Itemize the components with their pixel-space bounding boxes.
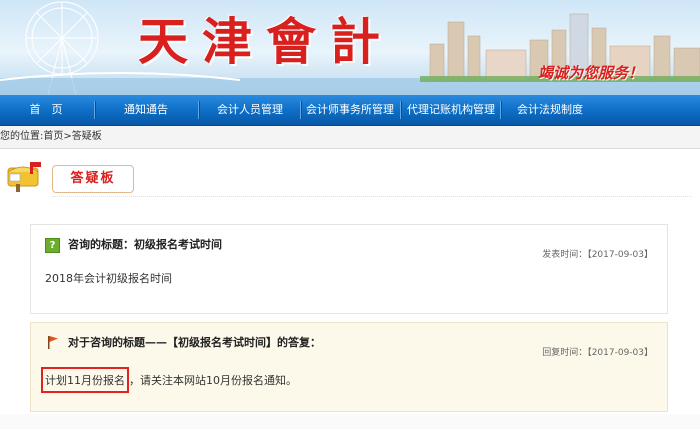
nav-item-regulations[interactable]: 会计法规制度	[502, 95, 598, 125]
nav-item-home[interactable]: 首 页	[0, 95, 92, 125]
section-title: 答疑板	[52, 165, 134, 193]
site-title: 天津會計	[138, 12, 394, 71]
answer-body-rest: ，请关注本网站10月份报名通知。	[129, 374, 297, 387]
answer-body: 计划11月份报名 ，请关注本网站10月份报名通知。	[41, 367, 297, 393]
site-slogan: 竭诚为您服务！	[538, 64, 644, 82]
main-nav: 首 页 通知通告 会计人员管理 会计师事务所管理 代理记账机构管理 会计法规制度	[0, 95, 700, 126]
answer-time: 回复时间：【2017-09-03】	[542, 348, 653, 358]
answer-title: 对于咨询的标题——【初级报名考试时间】的答复：	[68, 336, 321, 349]
breadcrumb: 您的位置:首页>答疑板	[0, 126, 700, 149]
question-body: 2018年会计初级报名时间	[45, 272, 172, 285]
section-divider	[52, 196, 692, 197]
question-time: 发表时间：【2017-09-03】	[542, 250, 653, 260]
question-card: ? 咨询的标题：初级报名考试时间 发表时间：【2017-09-03】 2018年…	[30, 224, 668, 314]
nav-item-accountants[interactable]: 会计人员管理	[200, 95, 300, 125]
question-mark-icon: ?	[45, 238, 60, 253]
site-banner: 天津會計 竭诚为您服务！	[0, 0, 700, 95]
nav-item-agencies[interactable]: 代理记账机构管理	[402, 95, 500, 125]
answer-card: 对于咨询的标题——【初级报名考试时间】的答复： 回复时间：【2017-09-03…	[30, 322, 668, 412]
answer-highlight: 计划11月份报名	[41, 367, 129, 393]
nav-item-firms[interactable]: 会计师事务所管理	[302, 95, 398, 125]
page-bottom	[0, 414, 700, 429]
nav-item-notices[interactable]: 通知通告	[96, 95, 196, 125]
question-title: 咨询的标题：初级报名考试时间	[68, 238, 222, 251]
mailbox-icon	[7, 162, 41, 192]
flag-icon	[48, 336, 58, 349]
